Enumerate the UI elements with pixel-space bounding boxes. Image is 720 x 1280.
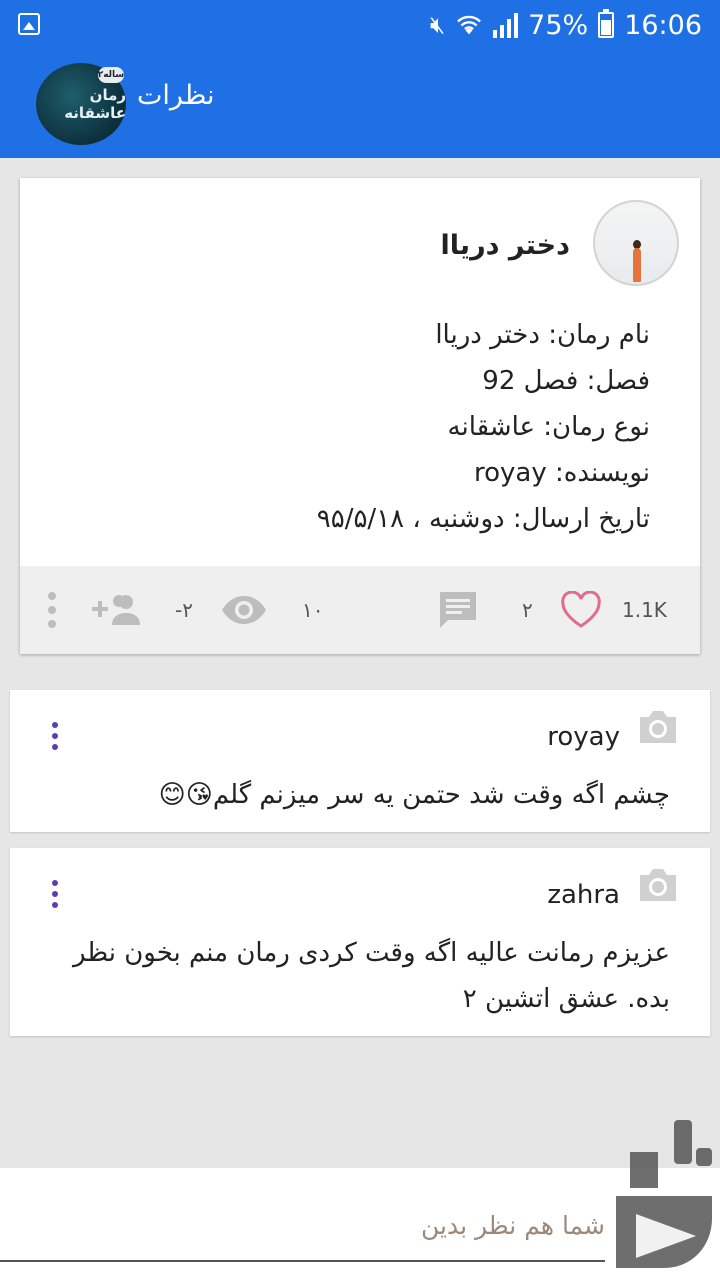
comments-button[interactable] — [438, 566, 478, 654]
post-line-novel-name: نام رمان: دختر دریاا — [435, 320, 650, 350]
signal-icon — [493, 12, 519, 38]
gallery-icon — [18, 13, 40, 35]
battery-percent: 75% — [528, 9, 589, 41]
comment-input[interactable]: شما هم نظر بدین — [0, 1200, 605, 1262]
logo-text: رمان عاشقانه — [64, 86, 126, 122]
post-card: دختر دریاا نام رمان: دختر دریاا فصل: فصل… — [20, 178, 700, 654]
views-button[interactable] — [220, 566, 268, 654]
add-user-button[interactable] — [90, 566, 142, 654]
page-title: نظرات — [137, 80, 215, 111]
logo-badge: ۲ساله — [98, 67, 124, 83]
camera-icon — [640, 869, 676, 901]
post-line-writer: نویسنده: royay — [474, 458, 650, 488]
post-line-date: تاریخ ارسال: دوشنبه ، ۹۵/۵/۱۸ — [316, 504, 650, 534]
mute-icon: 🔇︎ — [430, 11, 446, 39]
comment-item: royay چشم اگه وقت شد حتمن یه سر میزنم گل… — [10, 690, 710, 832]
post-line-chapter: فصل: فصل 92 — [482, 366, 650, 396]
post-line-genre: نوع رمان: عاشقانه — [447, 412, 650, 442]
followers-count: -۲ — [175, 598, 193, 622]
comments-count: ۲ — [522, 598, 533, 622]
eye-icon — [222, 596, 266, 624]
comment-text: عزیزم رمانت عالیه اگه وقت کردی رمان منم … — [73, 938, 670, 1014]
comment-item: zahra عزیزم رمانت عالیه اگه وقت کردی رما… — [10, 848, 710, 1036]
comment-username[interactable]: royay — [547, 722, 620, 752]
more-vert-icon[interactable] — [52, 880, 58, 908]
views-count: ۱۰ — [302, 598, 324, 622]
post-actions: -۲ ۱۰ ۲ 1.1K — [20, 566, 700, 654]
app-logo: رمان عاشقانه ۲ساله — [36, 63, 126, 145]
camera-icon — [640, 711, 676, 743]
battery-icon — [598, 9, 615, 38]
status-bar: 🔇︎ 75% 16:06 — [0, 0, 720, 50]
more-vert-icon[interactable] — [52, 722, 58, 750]
comment-text: چشم اگه وقت شد حتمن یه سر میزنم گلم😘😊 — [158, 780, 670, 810]
like-button[interactable] — [560, 566, 602, 654]
comment-username[interactable]: zahra — [547, 880, 620, 910]
app-bar: رمان عاشقانه ۲ساله نظرات — [0, 50, 720, 158]
bazaar-logo-icon — [616, 1120, 712, 1268]
likes-count: 1.1K — [622, 598, 667, 622]
more-vert-icon[interactable] — [48, 566, 56, 654]
author-name[interactable]: دختر دریاا — [441, 230, 570, 261]
comment-icon — [440, 592, 476, 628]
wifi-icon — [457, 15, 482, 35]
heart-icon — [561, 591, 601, 628]
clock: 16:06 — [624, 9, 702, 41]
add-user-icon — [92, 595, 140, 625]
post-body: نام رمان: دختر دریاا فصل: فصل 92 نوع رما… — [317, 312, 650, 542]
author-avatar[interactable] — [593, 200, 679, 286]
